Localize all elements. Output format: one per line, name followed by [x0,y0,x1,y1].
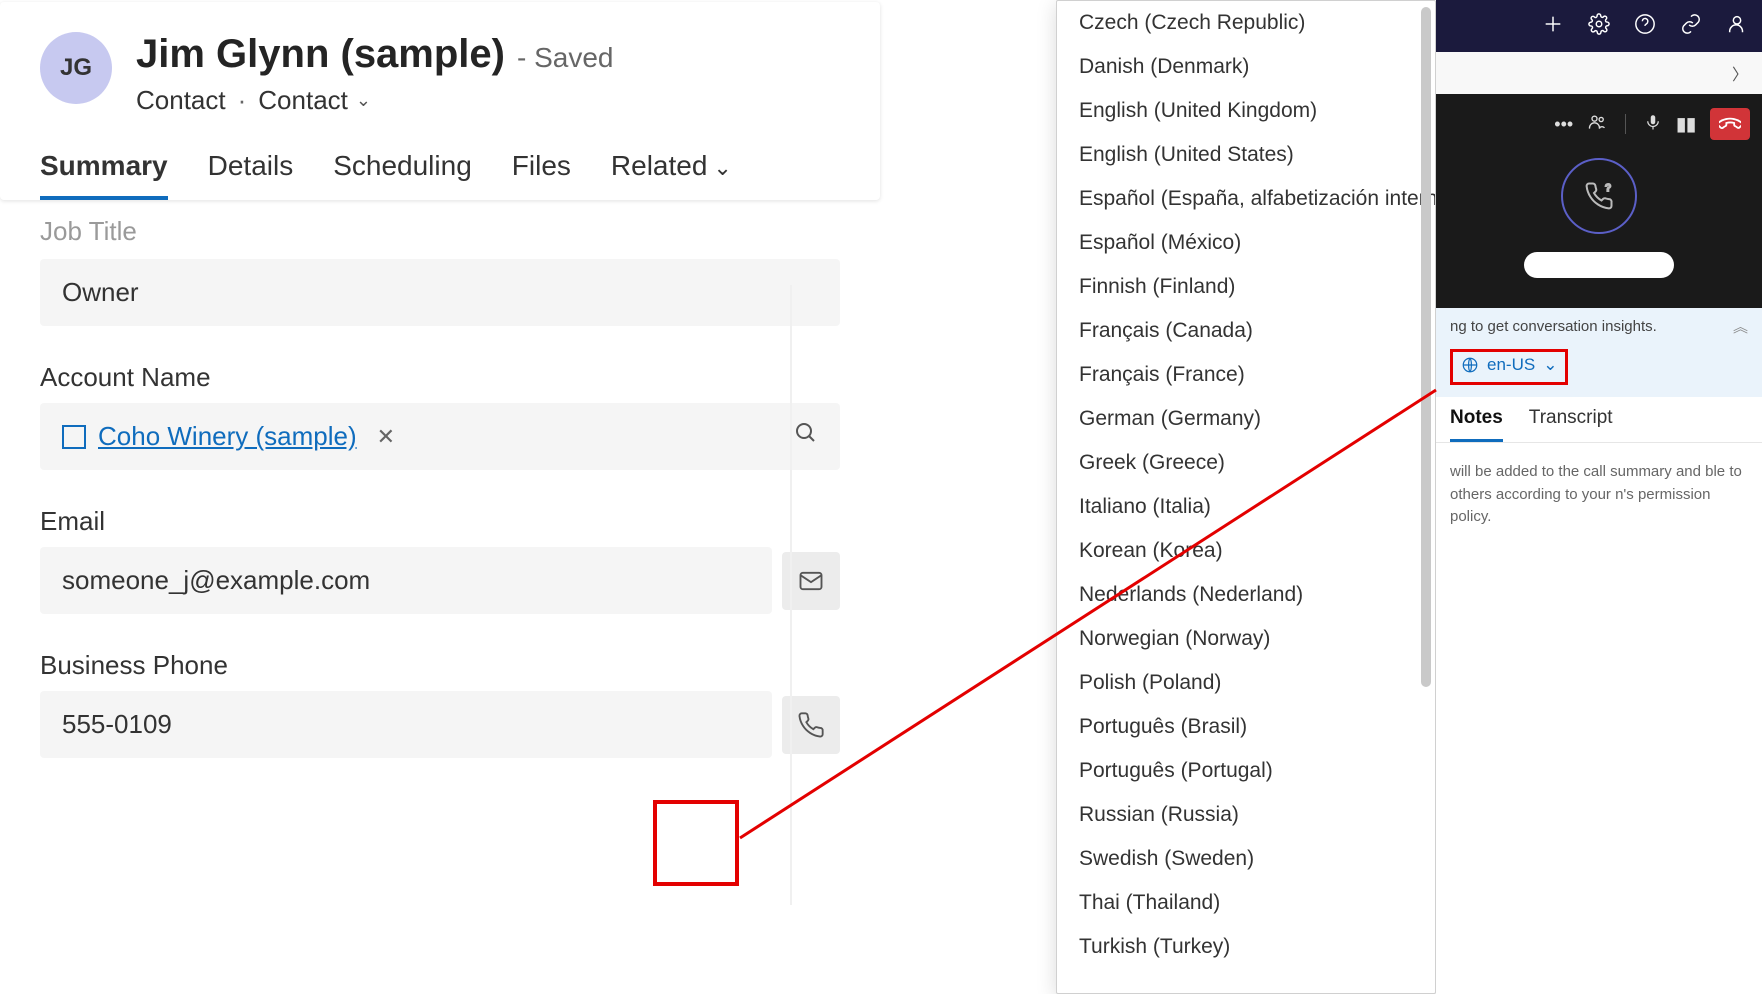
insights-hint: ng to get conversation insights. [1450,318,1657,335]
language-option[interactable]: Norwegian (Norway) [1057,617,1435,661]
subtab-notes[interactable]: Notes [1450,407,1503,442]
record-icon [62,425,86,449]
language-option[interactable]: Português (Portugal) [1057,749,1435,793]
notes-permission-hint: will be added to the call summary and bl… [1436,443,1762,547]
email-label: Email [40,506,840,537]
hangup-button[interactable] [1710,108,1750,140]
language-option[interactable]: Polish (Poland) [1057,661,1435,705]
more-icon[interactable]: ••• [1554,114,1573,135]
link-icon[interactable] [1680,13,1702,40]
language-option[interactable]: Greek (Greece) [1057,441,1435,485]
language-option[interactable]: German (Germany) [1057,397,1435,441]
job-title-value: Owner [62,277,139,308]
panel-expand-row[interactable]: 〉 [1436,52,1762,94]
email-value: someone_j@example.com [62,565,370,596]
tab-details[interactable]: Details [208,150,294,200]
locale-selector[interactable]: en-US ⌄ [1461,355,1557,375]
language-option[interactable]: English (United States) [1057,133,1435,177]
language-option[interactable]: Finnish (Finland) [1057,265,1435,309]
language-option[interactable]: Italiano (Italia) [1057,485,1435,529]
page-title: Jim Glynn (sample) [136,32,505,77]
chevron-down-icon: ⌄ [1543,355,1557,375]
add-icon[interactable] [1542,13,1564,40]
clear-lookup-icon[interactable]: ✕ [377,424,395,450]
account-name-field[interactable]: Coho Winery (sample) ✕ [40,403,840,470]
language-option[interactable]: Swedish (Sweden) [1057,837,1435,881]
contact-avatar: JG [40,32,112,104]
tab-scheduling[interactable]: Scheduling [333,150,472,200]
language-dropdown[interactable]: Czech (Czech Republic)Danish (Denmark)En… [1056,0,1436,994]
language-option[interactable]: Korean (Korea) [1057,529,1435,573]
search-icon[interactable] [794,421,818,452]
caller-name-redacted [1524,252,1674,278]
language-option[interactable]: Español (México) [1057,221,1435,265]
collapse-icon[interactable]: ︽ [1733,316,1748,337]
language-option[interactable]: Español (España, alfabetización internac… [1057,177,1435,221]
person-icon[interactable] [1726,13,1748,40]
account-name-label: Account Name [40,362,840,393]
annotation-phone-highlight [653,800,739,886]
job-title-label: Job Title [40,216,840,247]
language-option[interactable]: Thai (Thailand) [1057,881,1435,925]
language-option[interactable]: Danish (Denmark) [1057,45,1435,89]
subtab-transcript[interactable]: Transcript [1529,407,1613,442]
help-icon[interactable] [1634,13,1656,40]
tab-related[interactable]: Related⌄ [611,150,732,200]
caller-avatar: ? [1561,158,1637,234]
breadcrumb-separator: · [238,85,247,116]
language-option[interactable]: English (United Kingdom) [1057,89,1435,133]
email-field[interactable]: someone_j@example.com [40,547,772,614]
mic-icon[interactable] [1644,113,1662,136]
pause-icon[interactable]: ▮▮ [1676,114,1696,135]
language-option[interactable]: Português (Brasil) [1057,705,1435,749]
language-option[interactable]: Nederlands (Nederland) [1057,573,1435,617]
tab-summary[interactable]: Summary [40,150,168,200]
breadcrumb-entity: Contact [136,85,226,116]
breadcrumb: Contact · Contact ⌄ [136,85,613,116]
gear-icon[interactable] [1588,13,1610,40]
language-option[interactable]: Turkish (Turkey) [1057,925,1435,969]
business-phone-value: 555-0109 [62,709,172,740]
language-option[interactable]: Français (Canada) [1057,309,1435,353]
language-option[interactable]: Français (France) [1057,353,1435,397]
people-icon[interactable] [1587,112,1607,137]
job-title-field[interactable]: Owner [40,259,840,326]
chevron-right-icon: 〉 [1732,61,1748,85]
annotation-locale-highlight: en-US ⌄ [1450,349,1568,385]
saved-status: - Saved [517,42,614,74]
account-lookup-link[interactable]: Coho Winery (sample) [98,421,357,452]
language-option[interactable]: Czech (Czech Republic) [1057,1,1435,45]
business-phone-field[interactable]: 555-0109 [40,691,772,758]
tab-files[interactable]: Files [512,150,571,200]
app-command-bar [1436,0,1762,52]
language-option[interactable]: Russian (Russia) [1057,793,1435,837]
breadcrumb-form-switch[interactable]: Contact ⌄ [258,85,371,116]
svg-text:?: ? [1605,183,1611,194]
chevron-down-icon: ⌄ [356,90,371,111]
scrollbar[interactable] [1421,7,1431,687]
chevron-down-icon: ⌄ [713,155,731,180]
business-phone-label: Business Phone [40,650,840,681]
